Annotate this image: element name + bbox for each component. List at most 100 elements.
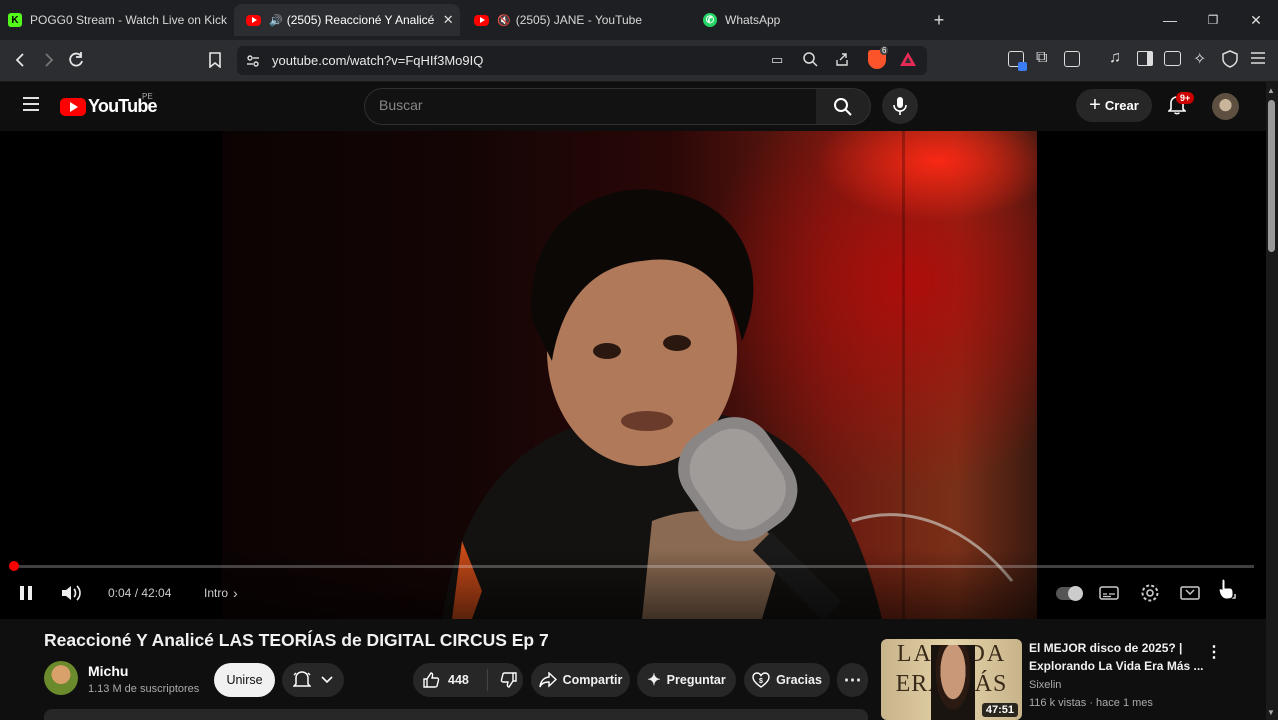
search-input[interactable]: Buscar xyxy=(379,97,423,113)
tab-groups-badge xyxy=(1018,62,1027,71)
minimize-icon[interactable]: — xyxy=(1158,8,1182,32)
share-button[interactable]: Compartir xyxy=(531,663,630,697)
duration-badge: 47:51 xyxy=(981,703,1018,717)
like-dislike-group: 448 xyxy=(413,663,523,697)
scroll-down-icon[interactable]: ▼ xyxy=(1267,708,1275,717)
channel-avatar[interactable] xyxy=(44,661,78,695)
youtube-icon xyxy=(474,14,489,26)
sparkle-icon: ✦ xyxy=(647,672,661,689)
chapter-button[interactable]: Intro › xyxy=(204,581,238,605)
miniplayer-button[interactable] xyxy=(1180,581,1200,605)
youtube-play-icon xyxy=(60,97,86,116)
sidebar-icon[interactable] xyxy=(1137,51,1153,66)
music-icon[interactable]: ♫ xyxy=(1109,49,1121,67)
video-frame xyxy=(222,131,1037,619)
speaker-playing-icon: 🔊 xyxy=(269,14,283,27)
screenshot-icon[interactable] xyxy=(1064,51,1080,67)
thumbnail-person xyxy=(931,645,975,720)
chevron-down-icon xyxy=(321,676,333,684)
tab-whatsapp[interactable]: ✆ WhatsApp xyxy=(703,4,883,36)
autoplay-toggle[interactable] xyxy=(1056,581,1083,605)
video-title: Reaccioné Y Analicé LAS TEORÍAS de DIGIT… xyxy=(44,630,549,650)
miniplayer-icon xyxy=(1180,586,1200,600)
cast-icon[interactable]: ▭ xyxy=(771,52,783,68)
mouse-cursor-icon xyxy=(1218,578,1234,600)
forward-icon[interactable] xyxy=(35,47,61,73)
svg-text:$: $ xyxy=(759,678,763,685)
recommended-channel[interactable]: Sixelin xyxy=(1029,679,1061,691)
bell-icon xyxy=(293,671,311,687)
back-icon[interactable] xyxy=(8,47,34,73)
microphone-icon xyxy=(893,97,907,115)
create-button[interactable]: + Crear xyxy=(1076,89,1152,122)
thumbs-down-icon xyxy=(500,672,517,688)
new-tab-icon[interactable]: + xyxy=(927,8,951,32)
search-button[interactable] xyxy=(816,88,871,125)
more-vert-icon[interactable]: ⋮ xyxy=(1206,642,1222,662)
video-player[interactable] xyxy=(0,131,1266,619)
close-tab-icon[interactable]: ✕ xyxy=(443,12,454,28)
restore-icon[interactable]: ❐ xyxy=(1201,8,1225,32)
url-text[interactable]: youtube.com/watch?v=FqHIf3Mo9IQ xyxy=(272,53,483,68)
leo-ai-icon[interactable]: ✧ xyxy=(1193,49,1206,69)
notification-count-badge: 9+ xyxy=(1176,92,1195,104)
pause-icon xyxy=(20,586,32,600)
chevron-right-icon: › xyxy=(233,585,238,601)
bookmark-icon[interactable] xyxy=(202,47,228,73)
subscriber-count: 1.13 M de suscriptores xyxy=(88,683,200,695)
recommended-title-line2[interactable]: Explorando La Vida Era Más ... xyxy=(1029,659,1204,673)
more-actions-button[interactable]: ⋯ xyxy=(837,663,868,697)
voice-search-button[interactable] xyxy=(882,88,918,124)
thanks-heart-icon: $ xyxy=(752,672,770,688)
scrollbar-thumb[interactable] xyxy=(1268,100,1275,252)
progress-bar[interactable] xyxy=(12,565,1254,568)
subtitles-button[interactable] xyxy=(1099,581,1119,605)
tab-kick[interactable]: K POGG0 Stream - Watch Live on Kick xyxy=(8,4,230,36)
brave-rewards-icon[interactable] xyxy=(900,52,916,66)
close-window-icon[interactable]: ✕ xyxy=(1244,8,1268,32)
description-box[interactable] xyxy=(44,709,868,720)
zoom-icon[interactable] xyxy=(802,51,818,67)
guide-menu-icon[interactable] xyxy=(22,96,40,112)
ask-button[interactable]: ✦ Preguntar xyxy=(637,663,736,697)
tab-youtube-jane[interactable]: 🔇 (2505) JANE - YouTube xyxy=(474,4,684,36)
volume-button[interactable] xyxy=(60,581,82,605)
scrubber-handle[interactable] xyxy=(9,561,19,571)
menu-icon[interactable] xyxy=(1250,50,1266,66)
thanks-button[interactable]: $ Gracias xyxy=(744,663,830,697)
youtube-icon xyxy=(246,14,261,26)
search-box[interactable] xyxy=(364,88,818,125)
account-avatar[interactable] xyxy=(1212,93,1239,120)
subtitles-icon xyxy=(1099,586,1119,600)
join-button[interactable]: Unirse xyxy=(214,663,275,697)
tab-youtube-active[interactable]: 🔊 (2505) Reaccioné Y Analicé LA ✕ xyxy=(234,4,460,36)
thumbs-up-icon xyxy=(423,672,440,688)
vpn-icon[interactable] xyxy=(1222,50,1238,68)
share-icon xyxy=(538,672,557,688)
site-settings-icon[interactable] xyxy=(245,53,261,69)
time-display: 0:04 / 42:04 xyxy=(108,586,172,600)
extensions-icon[interactable]: ⧉ xyxy=(1036,49,1047,67)
channel-name[interactable]: Michu xyxy=(88,663,128,679)
settings-button[interactable] xyxy=(1140,581,1160,605)
recommended-thumbnail[interactable]: LA · IDA ERA MÁS 47:51 xyxy=(881,639,1022,720)
pause-button[interactable] xyxy=(18,581,34,605)
muted-icon: 🔇 xyxy=(497,14,511,27)
recommended-title-line1[interactable]: El MEJOR disco de 2025? | xyxy=(1029,641,1182,655)
whatsapp-icon: ✆ xyxy=(703,13,717,27)
subscription-bell-button[interactable] xyxy=(282,663,344,697)
like-button[interactable]: 448 xyxy=(413,669,488,691)
wallet-icon[interactable] xyxy=(1164,51,1181,66)
share-page-icon[interactable] xyxy=(834,51,850,67)
more-horizontal-icon: ⋯ xyxy=(843,669,862,690)
recommended-meta: 116 k vistas · hace 1 mes xyxy=(1029,697,1153,709)
kick-icon: K xyxy=(8,13,22,27)
volume-icon xyxy=(62,585,81,601)
gear-icon xyxy=(1141,584,1159,602)
dislike-button[interactable] xyxy=(488,671,518,689)
reload-icon[interactable] xyxy=(63,47,89,73)
region-code: PE xyxy=(142,92,153,101)
plus-icon: + xyxy=(1089,94,1101,116)
scroll-up-icon[interactable]: ▲ xyxy=(1267,86,1275,95)
search-icon xyxy=(834,97,852,116)
